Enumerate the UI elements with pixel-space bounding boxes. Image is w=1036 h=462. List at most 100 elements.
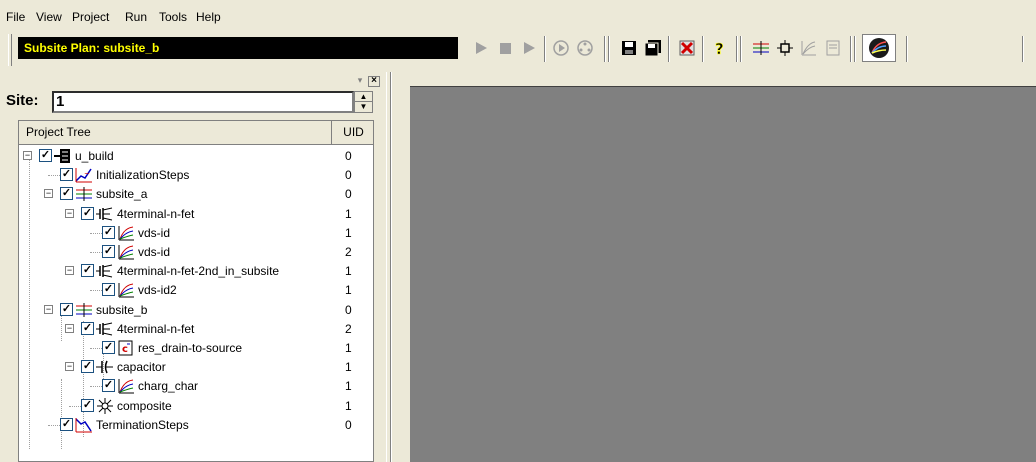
collapse-icon[interactable]: − bbox=[23, 151, 32, 160]
tree-item-uid: 1 bbox=[345, 283, 352, 298]
subsite-plan-title: Subsite Plan: subsite_b bbox=[18, 37, 458, 59]
device-icon[interactable] bbox=[774, 36, 796, 60]
menu-run[interactable]: Run bbox=[125, 10, 147, 24]
project-icon bbox=[54, 148, 72, 164]
tree-item-uid: 0 bbox=[345, 187, 352, 202]
save-icon[interactable] bbox=[618, 36, 640, 60]
tree-checkbox[interactable]: ✓ bbox=[60, 417, 73, 431]
tree-checkbox[interactable]: ✓ bbox=[81, 360, 94, 374]
tree-row[interactable]: − ✓ subsite_a 0 bbox=[19, 185, 373, 204]
tree-row[interactable]: ✓ composite 1 bbox=[19, 397, 373, 416]
run-single-icon[interactable] bbox=[550, 36, 572, 60]
tree-checkbox[interactable]: ✓ bbox=[102, 283, 115, 297]
tree-checkbox[interactable]: ✓ bbox=[60, 302, 73, 316]
spin-up-icon[interactable]: ▲ bbox=[355, 92, 372, 102]
tree-checkbox[interactable]: ✓ bbox=[60, 168, 73, 182]
tree-item-uid: 1 bbox=[345, 264, 352, 279]
test-curve-icon bbox=[117, 378, 135, 394]
project-tree[interactable]: Project Tree UID − ✓ u_build 0 ✓ ~ Initializat… bbox=[18, 120, 374, 462]
svg-text:c: c bbox=[122, 344, 128, 355]
stop-icon[interactable] bbox=[494, 36, 516, 60]
test-curve-icon bbox=[117, 244, 135, 260]
subsite-icon[interactable] bbox=[750, 36, 772, 60]
tree-checkbox[interactable]: ✓ bbox=[81, 206, 94, 220]
column-header-project-tree[interactable]: Project Tree bbox=[19, 121, 332, 144]
tree-item-uid: 1 bbox=[345, 360, 352, 375]
menu-bar: File View Project Run Tools Help bbox=[0, 0, 1036, 32]
toolbar: Subsite Plan: subsite_b ? bbox=[0, 32, 1036, 70]
menu-view[interactable]: View bbox=[36, 10, 62, 24]
tree-row[interactable]: ✓ vds-id2 1 bbox=[19, 281, 373, 300]
tree-checkbox[interactable]: ✓ bbox=[102, 245, 115, 258]
delete-icon[interactable] bbox=[676, 36, 698, 60]
spin-down-icon[interactable]: ▼ bbox=[355, 102, 372, 112]
panel-minimize-button[interactable]: ▾ bbox=[354, 76, 366, 87]
tree-item-label: 4terminal-n-fet-2nd_in_subsite bbox=[117, 264, 280, 279]
collapse-icon[interactable]: − bbox=[65, 323, 74, 333]
tree-checkbox[interactable]: ✓ bbox=[102, 341, 115, 354]
tree-row[interactable]: ✓ charg_char 1 bbox=[19, 377, 373, 396]
tree-item-label: 4terminal-n-fet bbox=[117, 321, 195, 336]
tree-checkbox[interactable]: ✓ bbox=[39, 149, 52, 162]
tree-row[interactable]: − ✓ 4terminal-n-fet-2nd_in_subsite 1 bbox=[19, 262, 373, 281]
tree-item-label: composite bbox=[117, 398, 172, 413]
tree-item-label: u_build bbox=[75, 149, 114, 163]
run-multi-icon[interactable] bbox=[574, 36, 596, 60]
site-spinner[interactable]: ▲ ▼ bbox=[354, 91, 373, 113]
menu-project[interactable]: Project bbox=[72, 10, 109, 24]
test-icon[interactable] bbox=[798, 36, 820, 60]
menu-tools[interactable]: Tools bbox=[159, 10, 187, 24]
tree-row[interactable]: − ✓ 4terminal-n-fet 1 bbox=[19, 205, 373, 224]
tree-checkbox[interactable]: ✓ bbox=[81, 398, 94, 412]
tree-checkbox[interactable]: ✓ bbox=[102, 379, 115, 393]
fet-device-icon bbox=[96, 206, 114, 222]
tree-checkbox[interactable]: ✓ bbox=[81, 264, 94, 278]
tree-item-uid: 0 bbox=[345, 149, 352, 163]
workspace-canvas[interactable] bbox=[410, 86, 1036, 462]
tree-checkbox[interactable]: ✓ bbox=[81, 321, 94, 335]
term-steps-icon bbox=[75, 417, 93, 433]
tree-item-uid: 1 bbox=[345, 379, 352, 394]
collapse-icon[interactable]: − bbox=[65, 208, 74, 218]
collapse-icon[interactable]: − bbox=[65, 362, 74, 372]
tree-row[interactable]: ✓ vds-id 1 bbox=[19, 224, 373, 243]
subsite-icon bbox=[75, 186, 93, 202]
collapse-icon[interactable]: − bbox=[44, 304, 53, 314]
tree-checkbox[interactable]: ✓ bbox=[102, 225, 115, 239]
plot-icon[interactable] bbox=[862, 34, 896, 62]
test-curve-icon bbox=[117, 282, 135, 298]
tree-row[interactable]: ✓ TerminationSteps 0 bbox=[19, 416, 373, 435]
tree-row[interactable]: − ✓ subsite_b 0 bbox=[19, 301, 373, 320]
tree-item-label: res_drain-to-source bbox=[138, 341, 243, 355]
page-icon[interactable] bbox=[822, 36, 844, 60]
init-steps-icon: ~ bbox=[75, 167, 93, 183]
tree-row[interactable]: − ✓ u_build 0 bbox=[19, 147, 373, 166]
collapse-icon[interactable]: − bbox=[44, 189, 53, 199]
panel-splitter[interactable] bbox=[386, 72, 398, 462]
tree-item-label: subsite_a bbox=[96, 187, 148, 202]
step-icon[interactable] bbox=[518, 36, 540, 60]
tree-checkbox[interactable]: ✓ bbox=[60, 187, 73, 201]
site-input[interactable]: 1 bbox=[52, 91, 354, 113]
tree-item-uid: 2 bbox=[345, 321, 352, 336]
tree-row[interactable]: ✓ vds-id 2 bbox=[19, 243, 373, 262]
play-icon[interactable] bbox=[470, 36, 492, 60]
column-header-uid[interactable]: UID bbox=[333, 121, 373, 144]
tree-item-label: InitializationSteps bbox=[96, 168, 190, 183]
tree-item-label: TerminationSteps bbox=[96, 417, 189, 432]
tree-item-label: subsite_b bbox=[96, 302, 148, 317]
save-all-icon[interactable] bbox=[642, 36, 664, 60]
collapse-icon[interactable]: − bbox=[65, 266, 74, 276]
tree-item-uid: 0 bbox=[345, 168, 352, 183]
tree-item-label: vds-id bbox=[138, 225, 171, 240]
menu-help[interactable]: Help bbox=[196, 10, 221, 24]
panel-close-button[interactable]: × bbox=[368, 76, 380, 87]
tree-row[interactable]: ✓ c res_drain-to-source 1 bbox=[19, 339, 373, 358]
tree-row[interactable]: − ✓ capacitor 1 bbox=[19, 358, 373, 377]
tree-item-uid: 2 bbox=[345, 245, 352, 259]
tree-row[interactable]: − ✓ 4terminal-n-fet 2 bbox=[19, 320, 373, 339]
tree-row[interactable]: ✓ ~ InitializationSteps 0 bbox=[19, 166, 373, 185]
menu-file[interactable]: File bbox=[6, 10, 25, 24]
toolbar-grip[interactable] bbox=[8, 34, 12, 66]
help-icon[interactable]: ? bbox=[708, 36, 730, 60]
